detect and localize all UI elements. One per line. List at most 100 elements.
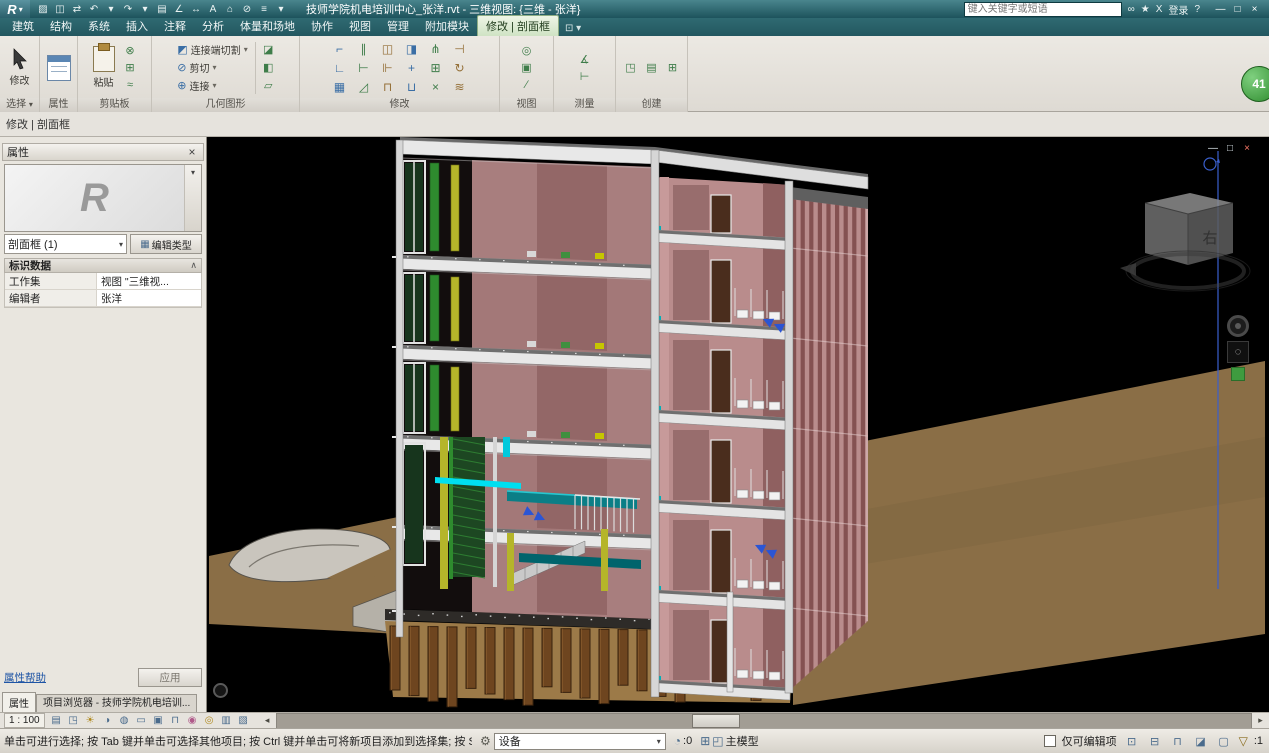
match-properties-icon[interactable]: ≈ (122, 77, 139, 93)
scale-icon[interactable]: ◿ (352, 77, 376, 96)
tab-系统[interactable]: 系统 (80, 16, 118, 36)
sync-icon[interactable]: ⇄ (70, 2, 84, 16)
measure-between-refs-icon[interactable]: ∡ (576, 51, 593, 67)
tab-建筑[interactable]: 建筑 (4, 16, 42, 36)
split-element-icon[interactable]: ⋔ (424, 39, 448, 58)
create-assembly-icon[interactable]: ⊞ (664, 60, 681, 76)
worksharing-display-icon[interactable]: ▥ (219, 714, 234, 727)
trim-multiple-icon[interactable]: ⊩ (376, 58, 400, 77)
measure-icon[interactable]: ∠ (172, 2, 186, 16)
panel-select-label[interactable]: 选择 ▾ (0, 98, 39, 112)
panel-geometry-label[interactable]: 几何图形 (152, 98, 299, 112)
editable-only-checkbox[interactable] (1044, 735, 1056, 747)
show-viewcube-button[interactable] (1231, 367, 1245, 381)
tab-contextual[interactable]: 修改 | 剖面框 (477, 15, 559, 36)
create-group-icon[interactable]: ◳ (622, 60, 639, 76)
group-identity-data[interactable]: 标识数据 ∧ (4, 258, 202, 273)
copy-icon[interactable]: ⊞ (424, 58, 448, 77)
tool-join-end-cut[interactable]: ◩连接端切割▾ (174, 41, 250, 58)
copy-icon[interactable]: ⊞ (122, 60, 139, 76)
linework-icon[interactable]: ∕ (518, 77, 535, 93)
rotate-icon[interactable]: ↻ (448, 58, 472, 77)
scroll-left-icon[interactable]: ◂ (261, 715, 274, 726)
redo-dropdown-icon[interactable]: ▾ (138, 2, 152, 16)
reveal-hidden-elements-icon[interactable]: ◎ (202, 714, 217, 727)
restore-button[interactable]: □ (1231, 4, 1244, 15)
array-icon[interactable]: ▦ (328, 77, 352, 96)
crop-view-icon[interactable]: ▭ (134, 714, 149, 727)
group-collapse-icon[interactable]: ∧ (190, 260, 197, 271)
split-with-gap-icon[interactable]: ⊣ (448, 39, 472, 58)
design-options-icon[interactable]: ◰ (712, 734, 723, 748)
row-value[interactable]: 张洋 (97, 290, 201, 306)
panel-create-label[interactable]: 创建 (616, 98, 687, 112)
demolish-icon[interactable]: ▱ (260, 78, 277, 94)
match-type-icon[interactable]: ≋ (448, 77, 472, 96)
shadows-icon[interactable]: ◑ (100, 714, 115, 727)
default-3d-view-icon[interactable]: ⌂ (223, 2, 237, 16)
type-selector-caret-icon[interactable]: ▾ (184, 165, 201, 231)
zoom-button[interactable]: ◌ (1227, 341, 1249, 363)
trim-single-icon[interactable]: ⊢ (352, 58, 376, 77)
view-close-icon[interactable]: × (1241, 143, 1253, 154)
split-face-icon[interactable]: ◪ (260, 42, 277, 58)
trim-corner-icon[interactable]: ∟ (328, 58, 352, 77)
worksets-dialog-icon[interactable]: ⊞ (700, 734, 710, 748)
tab-附加模块[interactable]: 附加模块 (417, 16, 477, 36)
paint-icon[interactable]: ◧ (260, 60, 277, 76)
panel-modify-label[interactable]: 修改 (300, 98, 499, 112)
ribbon-display-options-icon[interactable]: ⊡ ▾ (565, 23, 581, 36)
subscription-star-icon[interactable]: ★ (1141, 4, 1150, 15)
tab-体量和场地[interactable]: 体量和场地 (232, 16, 303, 36)
help-icon[interactable]: ? (1194, 4, 1200, 15)
section-icon[interactable]: ⊘ (240, 2, 254, 16)
redo-icon[interactable]: ↷ (121, 2, 135, 16)
offset-icon[interactable]: ∥ (352, 39, 376, 58)
tab-分析[interactable]: 分析 (194, 16, 232, 36)
drawing-area[interactable]: 右 — □ × ◌ (207, 137, 1269, 712)
show-crop-region-icon[interactable]: ▣ (151, 714, 166, 727)
text-icon[interactable]: A (206, 2, 220, 16)
select-by-face-toggle-icon[interactable]: ◪ (1192, 733, 1210, 750)
properties-button[interactable] (45, 54, 73, 82)
paste-button[interactable]: 粘贴 (91, 45, 117, 90)
save-icon[interactable]: ◫ (53, 2, 67, 16)
override-graphics-icon[interactable]: ▣ (518, 60, 535, 76)
palette-close-icon[interactable]: × (185, 145, 199, 159)
open-icon[interactable]: ▨ (36, 2, 50, 16)
3d-view-canvas[interactable]: 右 (207, 137, 1269, 712)
active-design-option[interactable]: 主模型 (726, 733, 759, 749)
cut-icon[interactable]: ⊗ (122, 43, 139, 59)
select-pinned-toggle-icon[interactable]: ⊓ (1169, 733, 1187, 750)
move-icon[interactable]: + (400, 58, 424, 77)
steering-wheel-mini-icon[interactable] (213, 683, 228, 698)
thin-lines-icon[interactable]: ≡ (257, 2, 271, 16)
aligned-dimension-icon[interactable]: ↔ (189, 2, 203, 16)
detail-level-icon[interactable]: ▤ (49, 714, 64, 727)
panel-measure-label[interactable]: 测量 (554, 98, 615, 112)
align-icon[interactable]: ⌐ (328, 39, 352, 58)
mirror-draw-axis-icon[interactable]: ◨ (400, 39, 424, 58)
exchange-apps-icon[interactable]: X (1156, 4, 1163, 15)
scrollbar-thumb[interactable] (692, 714, 740, 728)
tool-cut[interactable]: ⊘剪切▾ (174, 59, 250, 76)
mirror-pick-axis-icon[interactable]: ◫ (376, 39, 400, 58)
tab-协作[interactable]: 协作 (303, 16, 341, 36)
worksets-gear-icon[interactable]: ⚙ (480, 734, 491, 748)
tab-管理[interactable]: 管理 (379, 16, 417, 36)
viewcube[interactable]: 右 (1120, 193, 1250, 291)
tool-join[interactable]: ⊕连接▾ (174, 77, 250, 94)
view-minimize-icon[interactable]: — (1207, 143, 1219, 154)
drag-on-selection-toggle-icon[interactable]: ▢ (1215, 733, 1233, 750)
select-links-toggle-icon[interactable]: ⊡ (1123, 733, 1141, 750)
hide-in-view-icon[interactable]: ◎ (518, 43, 535, 59)
type-name-dropdown[interactable]: 剖面框 (1) ▾ (4, 234, 127, 254)
apply-button[interactable]: 应用 (138, 668, 202, 687)
create-similar-icon[interactable]: ▤ (643, 60, 660, 76)
minimize-button[interactable]: — (1214, 4, 1227, 15)
visual-style-icon[interactable]: ◳ (66, 714, 81, 727)
unpin-icon[interactable]: ⊔ (400, 77, 424, 96)
properties-help-link[interactable]: 属性帮助 (4, 670, 46, 685)
binoculars-icon[interactable]: ∞ (1128, 4, 1135, 15)
table-row[interactable]: 编辑者 张洋 (5, 290, 201, 307)
